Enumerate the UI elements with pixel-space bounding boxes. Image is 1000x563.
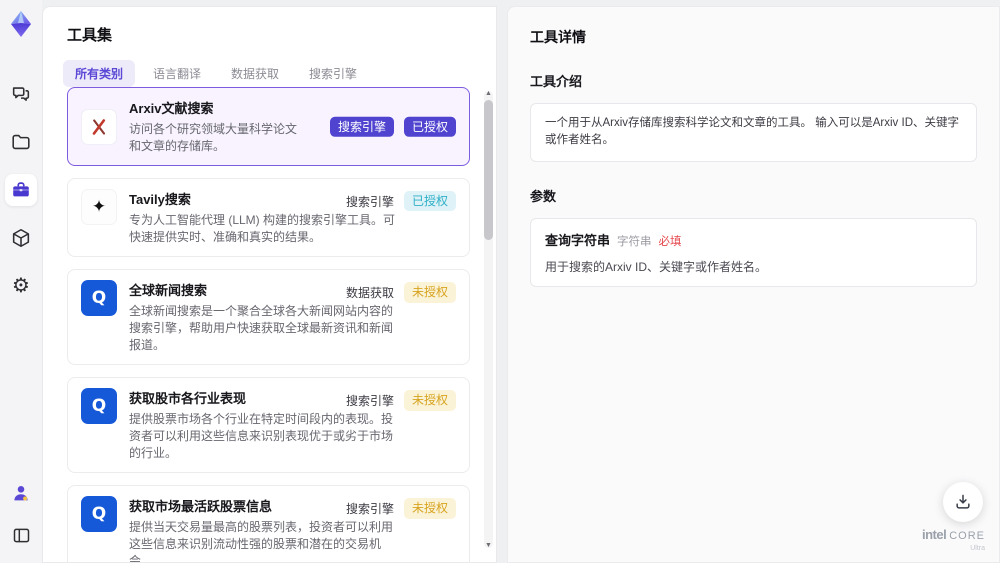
tab-data-acquisition[interactable]: 数据获取 (219, 60, 291, 87)
sidebar-item-toolset[interactable] (5, 174, 37, 206)
tool-description: 提供当天交易量最高的股票列表，投资者可以利用这些信息来识别流动性强的股票和潜在的… (129, 520, 394, 563)
tool-auth-badge: 未授权 (403, 282, 456, 303)
page-title: 工具集 (67, 27, 113, 44)
tool-auth-badge: 已授权 (403, 116, 456, 137)
param-description: 用于搜索的Arxiv ID、关键字或作者姓名。 (545, 259, 768, 274)
tavily-star-icon: ✦ (81, 189, 117, 226)
chat-icon (10, 83, 32, 105)
tool-category-badge: 搜索引擎 (329, 116, 394, 137)
sidebar-item-chat[interactable] (5, 78, 37, 110)
intro-text: 一个用于从Arxiv存储库搜索科学论文和文章的工具。 输入可以是Arxiv ID… (545, 117, 959, 147)
param-name: 查询字符串 (545, 232, 611, 248)
tool-description: 全球新闻搜索是一个聚合全球各大新闻网站内容的搜索引擎，帮助用户快速获取全球最新资… (129, 304, 394, 353)
tab-all-categories[interactable]: 所有类别 (63, 60, 136, 87)
details-panel: 工具详情 工具介绍 一个用于从Arxiv存储库搜索科学论文和文章的工具。 输入可… (507, 6, 1000, 563)
download-icon (953, 492, 973, 512)
tool-description: 提供股票市场各个行业在特定时间段内的表现。投资者可以利用这些信息来识别表现优于或… (129, 412, 394, 461)
briefcase-icon (10, 179, 32, 201)
cube-icon (10, 227, 32, 249)
tab-language-translation[interactable]: 语言翻译 (141, 60, 213, 87)
scrollbar-thumb[interactable] (484, 100, 493, 240)
params-heading: 参数 (530, 188, 557, 204)
intro-card: 一个用于从Arxiv存储库搜索科学论文和文章的工具。 输入可以是Arxiv ID… (530, 103, 977, 162)
news-q-icon: Q (81, 280, 117, 317)
intro-heading: 工具介绍 (530, 74, 583, 89)
arxiv-logo-icon (81, 108, 117, 145)
tool-auth-badge: 未授权 (403, 390, 456, 411)
details-title: 工具详情 (530, 29, 586, 45)
scrollbar-down-icon[interactable]: ▼ (484, 541, 493, 550)
tab-search-engine[interactable]: 搜索引擎 (297, 60, 369, 87)
sidebar-item-collapse[interactable] (5, 519, 37, 551)
scrollbar-up-icon[interactable]: ▲ (484, 89, 493, 98)
tool-list: Arxiv文献搜索 访问各个研究领域大量科学论文和文章的存储库。 搜索引擎 已授… (67, 87, 470, 562)
sidebar: ⚙ (0, 0, 42, 563)
tool-auth-badge: 已授权 (403, 191, 456, 212)
tool-category-label: 搜索引擎 (345, 393, 394, 408)
tool-card-tavily[interactable]: ✦ Tavily搜索 专为人工智能代理 (LLM) 构建的搜索引擎工具。可快速提… (67, 178, 470, 258)
sidebar-item-files[interactable] (5, 126, 37, 158)
category-tabs: 所有类别 语言翻译 数据获取 搜索引擎 (63, 60, 496, 87)
sidebar-item-profile[interactable] (5, 477, 37, 509)
sidebar-item-settings[interactable]: ⚙ (5, 270, 37, 302)
tool-category-label: 搜索引擎 (345, 502, 394, 516)
avatar-icon (10, 482, 32, 504)
tool-description: 专为人工智能代理 (LLM) 构建的搜索引擎工具。可快速提供实时、准确和真实的结… (129, 213, 396, 245)
app-logo (7, 10, 35, 38)
param-required-badge: 必填 (658, 235, 682, 248)
list-scrollbar[interactable]: ▲ ▼ (484, 89, 493, 550)
param-card: 查询字符串 字符串 必填 用于搜索的Arxiv ID、关键字或作者姓名。 (530, 217, 977, 287)
panel-collapse-icon (11, 525, 32, 546)
sidebar-item-packages[interactable] (5, 222, 37, 254)
tool-auth-badge: 未授权 (403, 498, 456, 519)
news-q-icon: Q (81, 388, 117, 425)
tool-title: Arxiv文献搜索 (129, 101, 214, 116)
tool-card-active-stocks[interactable]: Q 获取市场最活跃股票信息 提供当天交易量最高的股票列表，投资者可以利用这些信息… (67, 485, 470, 563)
tool-card-global-news[interactable]: Q 全球新闻搜索 全球新闻搜索是一个聚合全球各大新闻网站内容的搜索引擎，帮助用户… (67, 269, 470, 366)
folder-icon (10, 131, 32, 153)
tool-category-label: 数据获取 (345, 285, 394, 300)
param-type: 字符串 (617, 235, 652, 248)
tool-card-arxiv[interactable]: Arxiv文献搜索 访问各个研究领域大量科学论文和文章的存储库。 搜索引擎 已授… (67, 87, 470, 167)
news-q-icon: Q (81, 496, 117, 533)
download-button[interactable] (943, 482, 983, 522)
tool-card-sector-performance[interactable]: Q 获取股市各行业表现 提供股票市场各个行业在特定时间段内的表现。投资者可以利用… (67, 377, 470, 474)
tool-category-label: 搜索引擎 (345, 194, 394, 209)
gear-icon: ⚙ (12, 275, 30, 297)
toolset-panel: 工具集 所有类别 语言翻译 数据获取 搜索引擎 Arxiv文献搜索 访问各个研究… (42, 6, 497, 563)
intel-core-logo: intel CORE Ultra (921, 527, 985, 552)
tool-description: 访问各个研究领域大量科学论文和文章的存储库。 (129, 122, 298, 154)
